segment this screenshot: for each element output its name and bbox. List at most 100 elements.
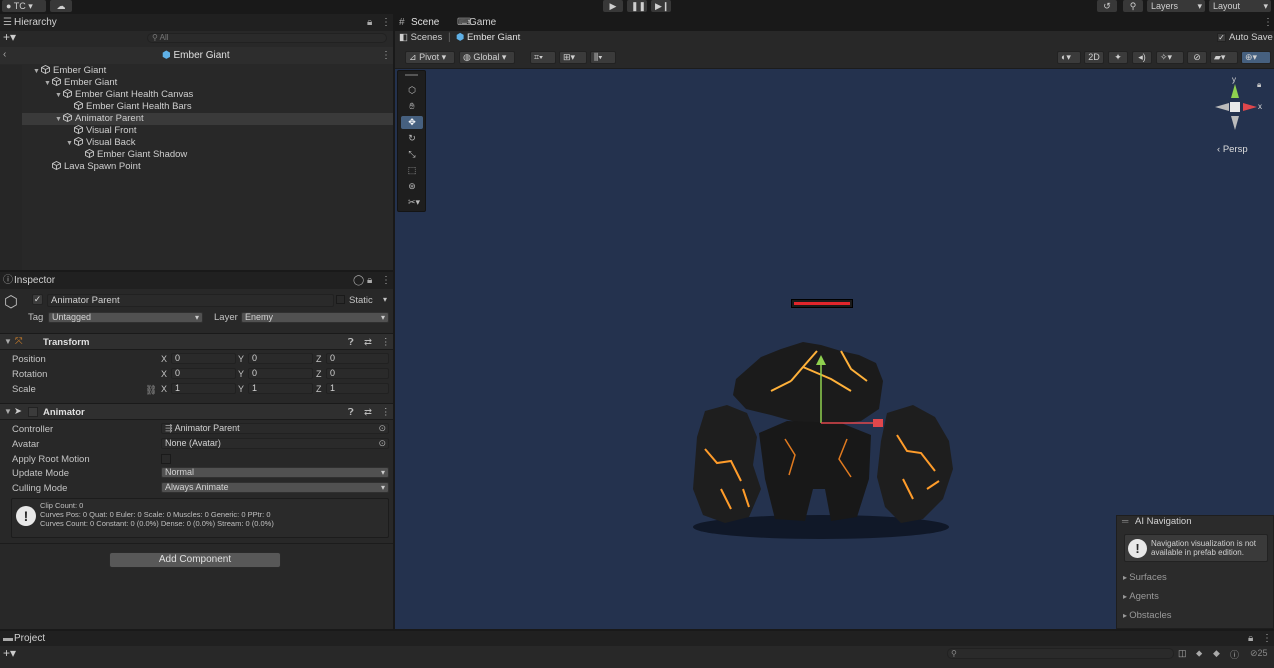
play-button[interactable]: ▶ xyxy=(603,0,623,12)
account-dropdown[interactable]: ● TC ▾ xyxy=(2,0,46,12)
ai-navigation-header[interactable]: ═ AI Navigation xyxy=(1117,516,1273,528)
favorite-icon[interactable]: ◆ xyxy=(1213,648,1220,659)
hierarchy-item[interactable]: Visual Front xyxy=(0,124,393,137)
audio-button[interactable]: ◂) xyxy=(1132,51,1152,64)
axis-label-y[interactable]: Y xyxy=(238,384,244,394)
history-button[interactable]: ↺ xyxy=(1097,0,1117,12)
ai-navigation-section[interactable]: ▸ Obstacles xyxy=(1123,610,1172,621)
transform-x-field[interactable]: 1 xyxy=(171,383,236,394)
animator-header[interactable]: ▼ ➤ Animator ❓︎ ⇄ ⋮ xyxy=(0,403,393,420)
tag-dropdown[interactable]: Untagged xyxy=(48,312,203,323)
hierarchy-search-input[interactable]: ⚲ All xyxy=(147,33,387,43)
perspective-toggle[interactable]: ‹ Persp xyxy=(1217,144,1248,155)
step-button[interactable]: ▶❙ xyxy=(651,0,671,12)
animator-enabled-checkbox[interactable] xyxy=(28,407,38,417)
add-icon[interactable]: +▾ xyxy=(3,31,16,44)
transform-z-field[interactable]: 0 xyxy=(326,368,389,379)
search-by-type-icon[interactable]: ◫ xyxy=(1178,648,1187,659)
add-component-button[interactable]: Add Component xyxy=(109,552,281,568)
hidden-packages-counter[interactable]: ⊘25 xyxy=(1250,648,1268,659)
transform-z-field[interactable]: 1 xyxy=(326,383,389,394)
scale-tool-icon[interactable]: ⤡ xyxy=(401,148,423,161)
layers-dropdown[interactable]: Layers ▾ xyxy=(1147,0,1205,12)
hierarchy-item[interactable]: ▼ Ember Giant Health Canvas xyxy=(0,88,393,101)
debug-icon[interactable]: ◯ xyxy=(353,272,364,289)
static-checkbox[interactable] xyxy=(336,295,345,304)
axis-label-x[interactable]: X xyxy=(161,384,167,394)
axis-label-x[interactable]: X xyxy=(161,354,167,364)
palette-grip[interactable] xyxy=(405,74,418,76)
transform-x-field[interactable]: 0 xyxy=(171,368,236,379)
hierarchy-item[interactable]: ▼ Visual Back xyxy=(0,136,393,149)
kebab-menu-icon[interactable]: ⋮ xyxy=(1262,631,1272,646)
tab-hierarchy[interactable]: ☰ Hierarchy xyxy=(0,14,57,31)
transform-tool-icon[interactable]: ⊛ xyxy=(401,180,423,193)
back-chevron-icon[interactable]: ‹ xyxy=(3,49,6,60)
tab-project[interactable]: ▬ Project xyxy=(0,631,45,646)
rect-tool-icon[interactable]: ⬚ xyxy=(401,164,423,177)
gizmos-dropdown[interactable]: ⊕▾ xyxy=(1241,51,1271,64)
hierarchy-item[interactable]: Lava Spawn Point xyxy=(0,160,393,173)
axis-label-z[interactable]: Z xyxy=(316,384,322,394)
layout-dropdown[interactable]: Layout ▾ xyxy=(1209,0,1271,12)
tab-inspector[interactable]: ⓘ Inspector xyxy=(0,272,55,289)
axis-label-z[interactable]: Z xyxy=(316,369,322,379)
snap-increment-button[interactable]: ⊞▾ xyxy=(559,51,587,64)
rotate-tool-icon[interactable]: ↻ xyxy=(401,132,423,145)
toggle-2d-button[interactable]: 2D xyxy=(1084,51,1104,64)
grid-snap-button[interactable]: ⌗▾ xyxy=(530,51,556,64)
ruler-button[interactable]: ⫼▾ xyxy=(590,51,616,64)
kebab-menu-icon[interactable]: ⋮ xyxy=(381,14,391,31)
avatar-field[interactable]: None (Avatar) ⊙ xyxy=(161,438,389,449)
lock-icon[interactable]: 🔒︎ xyxy=(367,272,372,289)
presets-icon[interactable]: ⇄ xyxy=(364,337,372,348)
kebab-menu-icon[interactable]: ⋮ xyxy=(381,50,391,61)
camera-dropdown[interactable]: ▰▾ xyxy=(1210,51,1238,64)
transform-x-field[interactable]: 0 xyxy=(171,353,236,364)
hierarchy-item[interactable]: ▼ Ember Giant xyxy=(0,64,393,77)
pivot-dropdown[interactable]: ⊿ Pivot ▾ xyxy=(405,51,455,64)
hierarchy-item[interactable]: ▼ Animator Parent xyxy=(0,112,393,125)
active-checkbox[interactable]: ✓ xyxy=(32,294,43,305)
help-icon[interactable]: ❓︎ xyxy=(348,337,354,348)
kebab-menu-icon[interactable]: ⋮ xyxy=(1263,14,1273,31)
global-dropdown[interactable]: ◍ Global ▾ xyxy=(459,51,515,64)
info-toggle-icon[interactable]: ⓘ xyxy=(1230,648,1239,661)
kebab-menu-icon[interactable]: ⋮ xyxy=(381,337,391,348)
breadcrumb-ember-giant[interactable]: ⬢ Ember Giant xyxy=(456,32,520,43)
ai-navigation-section[interactable]: ▸ Surfaces xyxy=(1123,572,1167,583)
apply-root-motion-checkbox[interactable] xyxy=(161,454,171,464)
kebab-menu-icon[interactable]: ⋮ xyxy=(381,272,391,289)
help-icon[interactable]: ❓︎ xyxy=(348,407,354,418)
search-by-label-icon[interactable]: ⬥ xyxy=(1196,648,1202,659)
hierarchy-item[interactable]: ▼ Ember Giant xyxy=(0,76,393,89)
tab-scene[interactable]: # Scene xyxy=(397,14,439,31)
axis-label-z[interactable]: Z xyxy=(316,354,322,364)
transform-y-field[interactable]: 0 xyxy=(248,353,313,364)
presets-icon[interactable]: ⇄ xyxy=(364,407,372,418)
update-mode-dropdown[interactable]: Normal xyxy=(161,467,389,478)
custom-tool-icon[interactable]: ✂▾ xyxy=(401,196,427,209)
search-button[interactable]: ⚲ xyxy=(1123,0,1143,12)
axis-label-y[interactable]: Y xyxy=(238,369,244,379)
static-dropdown-icon[interactable]: ▾ xyxy=(383,295,387,304)
add-icon[interactable]: +▾ xyxy=(3,646,16,660)
move-tool-icon[interactable]: ✥ xyxy=(401,116,423,129)
object-picker-icon[interactable]: ⊙ xyxy=(378,439,386,448)
object-picker-icon[interactable]: ⊙ xyxy=(378,424,386,433)
draw-mode-dropdown[interactable]: ◐▾ xyxy=(1057,51,1081,64)
culling-mode-dropdown[interactable]: Always Animate xyxy=(161,482,389,493)
transform-y-field[interactable]: 0 xyxy=(248,368,313,379)
axis-label-x[interactable]: X xyxy=(161,369,167,379)
hierarchy-item[interactable]: Ember Giant Health Bars xyxy=(0,100,393,113)
constrain-proportions-icon[interactable]: ⛓ xyxy=(145,385,157,396)
ai-navigation-section[interactable]: ▸ Agents xyxy=(1123,591,1159,602)
controller-field[interactable]: ⇶ Animator Parent ⊙ xyxy=(161,423,389,434)
layer-dropdown[interactable]: Enemy xyxy=(241,312,389,323)
cloud-button[interactable]: ☁ xyxy=(50,0,72,12)
tab-game[interactable]: ⌨ Game xyxy=(455,14,496,31)
object-name-input[interactable]: Animator Parent xyxy=(47,294,334,307)
lock-icon[interactable]: 🔒︎ xyxy=(1248,631,1253,646)
pause-button[interactable]: ❚❚ xyxy=(627,0,647,12)
hand-tool-icon[interactable]: ✋︎ xyxy=(401,100,423,113)
